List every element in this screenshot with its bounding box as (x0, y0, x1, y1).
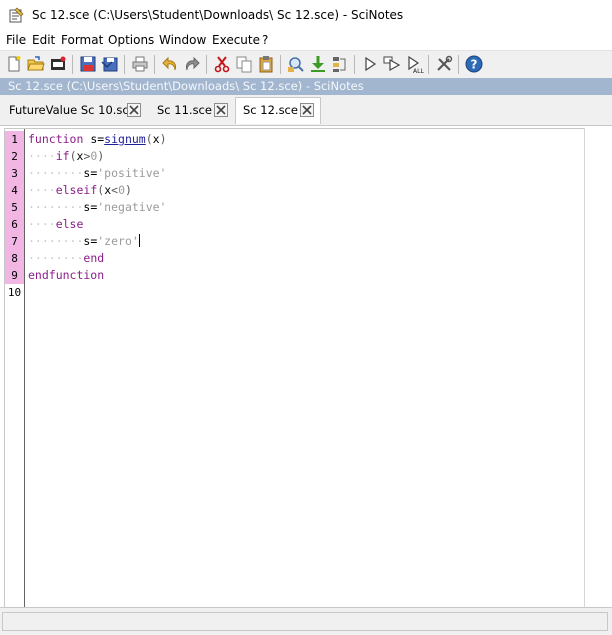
tab-label: FutureValue Sc 10.sce (9, 103, 136, 117)
menu-file[interactable]: File (6, 33, 26, 47)
undo-icon[interactable] (160, 54, 180, 74)
find-icon[interactable] (286, 54, 306, 74)
tab-sc12[interactable]: Sc 12.sce (235, 97, 321, 124)
title-bar: Sc 12.sce (C:\Users\Student\Downloads\ S… (0, 0, 612, 30)
new-file-icon[interactable] (4, 54, 24, 74)
menu-help[interactable]: ? (262, 33, 268, 47)
menu-edit[interactable]: Edit (32, 33, 55, 47)
line-number: 2 (5, 148, 24, 165)
line-number-gutter: 1 2 3 4 5 6 7 8 9 10 (5, 129, 25, 608)
menu-execute[interactable]: Execute (212, 33, 260, 47)
file-path-text: Sc 12.sce (C:\Users\Student\Downloads\ S… (8, 79, 364, 93)
line-number: 5 (5, 199, 24, 216)
code-editor[interactable]: 1 2 3 4 5 6 7 8 9 10 function s=signum(x… (4, 128, 612, 608)
editor-right-pane (585, 128, 612, 607)
toolbar-separator (354, 55, 355, 74)
window-title: Sc 12.sce (C:\Users\Student\Downloads\ S… (32, 8, 404, 22)
close-icon[interactable] (214, 103, 228, 117)
svg-text:?: ? (471, 58, 478, 72)
close-icon[interactable] (127, 103, 141, 117)
code-line: ····else (28, 217, 84, 231)
paste-icon[interactable] (256, 54, 276, 74)
code-line: ········s='zero' (28, 234, 140, 248)
save-as-icon[interactable] (100, 54, 120, 74)
code-line: ····if(x>0) (28, 149, 105, 163)
line-number: 1 (5, 131, 24, 148)
status-field (2, 612, 608, 631)
line-number: 7 (5, 233, 24, 250)
tab-sc11[interactable]: Sc 11.sce (150, 98, 230, 122)
toolbar-separator (124, 55, 125, 74)
tab-label: Sc 12.sce (243, 103, 298, 117)
load-into-scilab-icon[interactable] (308, 54, 328, 74)
toolbar-separator (206, 55, 207, 74)
code-line: ····elseif(x<0) (28, 183, 132, 197)
menu-options[interactable]: Options (108, 33, 154, 47)
scinotes-app-icon (8, 7, 24, 23)
line-number: 6 (5, 216, 24, 233)
help-icon[interactable]: ? (464, 54, 484, 74)
file-path-bar: Sc 12.sce (C:\Users\Student\Downloads\ S… (0, 78, 612, 95)
open-recent-icon[interactable] (48, 54, 68, 74)
open-folder-icon[interactable] (26, 54, 46, 74)
print-icon[interactable] (130, 54, 150, 74)
code-line: function s=signum(x) (28, 132, 167, 146)
execute-file-icon[interactable] (330, 54, 350, 74)
toolbar-separator (428, 55, 429, 74)
toolbar-separator (72, 55, 73, 74)
code-line: ········s='negative' (28, 200, 167, 214)
settings-icon[interactable] (434, 54, 454, 74)
copy-icon[interactable] (234, 54, 254, 74)
toolbar-separator (458, 55, 459, 74)
code-line: ········end (28, 251, 105, 265)
code-line: ········s='positive' (28, 166, 167, 180)
line-number: 8 (5, 250, 24, 267)
toolbar: ALL ? (0, 50, 612, 80)
line-number: 3 (5, 165, 24, 182)
run-icon[interactable] (360, 54, 380, 74)
line-number: 10 (7, 286, 22, 299)
tab-bar: FutureValue Sc 10.sce Sc 11.sce Sc 12.sc… (0, 95, 612, 126)
cut-icon[interactable] (212, 54, 232, 74)
run-until-icon[interactable]: ALL (404, 54, 424, 74)
status-bar (0, 607, 612, 635)
menu-bar: File Edit Format Options Window Execute … (0, 30, 612, 50)
close-icon[interactable] (300, 103, 314, 117)
toolbar-separator (280, 55, 281, 74)
svg-text:ALL: ALL (413, 68, 424, 74)
line-number: 4 (5, 182, 24, 199)
run-selection-icon[interactable] (382, 54, 402, 74)
code-line: endfunction (28, 268, 105, 282)
menu-window[interactable]: Window (159, 33, 206, 47)
save-icon[interactable] (78, 54, 98, 74)
redo-icon[interactable] (182, 54, 202, 74)
line-number: 9 (5, 267, 24, 284)
code-area[interactable]: function s=signum(x) ····if(x>0) ·······… (28, 129, 584, 608)
tab-futurevalue-sc10[interactable]: FutureValue Sc 10.sce (2, 98, 144, 122)
menu-format[interactable]: Format (61, 33, 103, 47)
toolbar-separator (154, 55, 155, 74)
tab-label: Sc 11.sce (157, 103, 212, 117)
text-caret (138, 234, 140, 247)
